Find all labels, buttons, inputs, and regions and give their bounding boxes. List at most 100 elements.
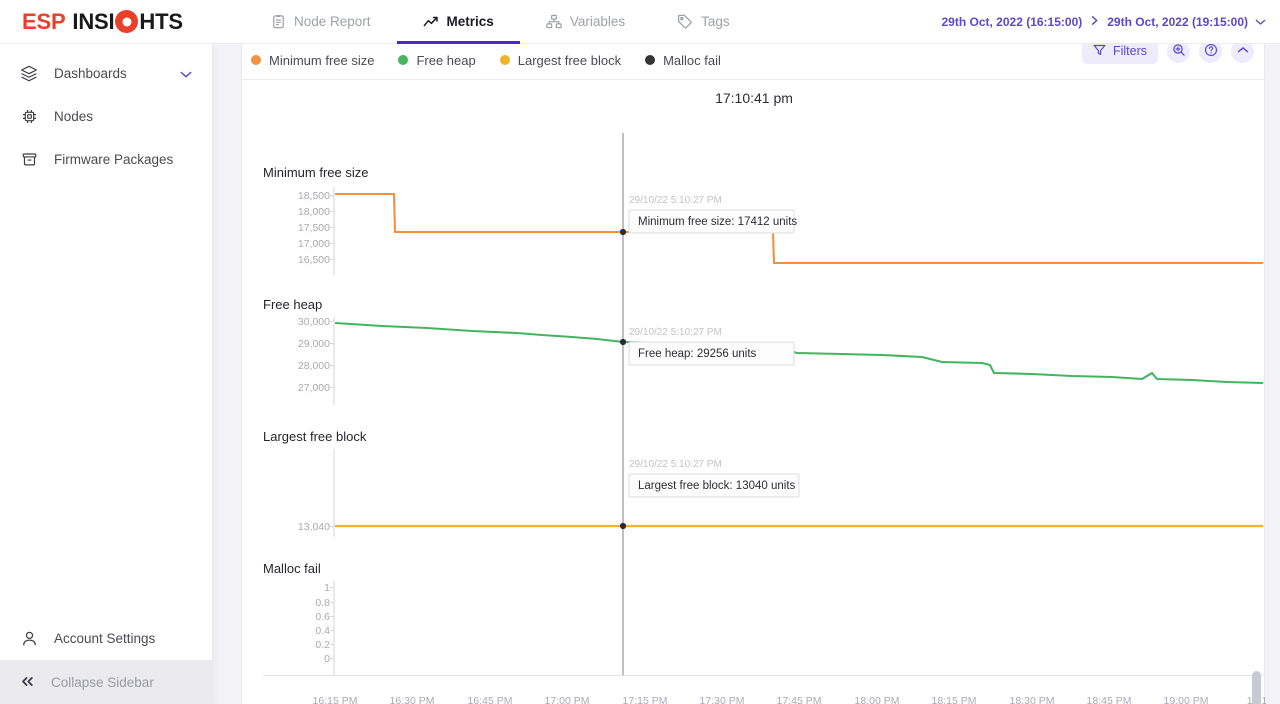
ytick-label: 0 xyxy=(324,653,330,665)
legend-item-free-heap[interactable]: Free heap xyxy=(398,52,476,68)
double-chevron-left-icon xyxy=(20,675,35,690)
zoom-in-button[interactable] xyxy=(1167,44,1190,63)
x-axis-ticks: 16:15 PM 16:30 PM 16:45 PM 17:00 PM 17:1… xyxy=(313,695,1266,704)
filters-button-label: Filters xyxy=(1112,44,1147,58)
ytick-label: 16,500 xyxy=(298,254,330,266)
tab-metrics-label: Metrics xyxy=(446,14,494,29)
ytick-label: 1 xyxy=(324,582,330,594)
xtick-label: 17:45 PM xyxy=(777,695,822,704)
xtick-label: 17:00 PM xyxy=(545,695,590,704)
xtick-label: 19:00 PM xyxy=(1164,695,1209,704)
tab-metrics[interactable]: Metrics xyxy=(396,0,521,44)
vertical-scrollbar[interactable] xyxy=(1252,44,1261,704)
sitemap-icon xyxy=(546,14,562,29)
help-button[interactable] xyxy=(1199,44,1222,63)
xtick-label: 17:30 PM xyxy=(700,695,745,704)
tooltip-text-minimum-free-size: Minimum free size: 17412 units xyxy=(638,216,797,228)
date-range-picker[interactable]: 29th Oct, 2022 (16:15:00) 29th Oct, 2022… xyxy=(942,0,1267,44)
ytick-label: 18,500 xyxy=(298,190,330,202)
x-axis: 16:15 PM 16:30 PM 16:45 PM 17:00 PM 17:1… xyxy=(263,674,1266,704)
ytick-label: 0.4 xyxy=(315,625,330,637)
tooltip-text-free-heap: Free heap: 29256 units xyxy=(638,348,757,360)
legend-label-malloc-fail: Malloc fail xyxy=(663,52,721,68)
chevron-down-icon[interactable] xyxy=(180,66,192,81)
tab-node-report[interactable]: Node Report xyxy=(245,0,397,44)
chevron-down-icon[interactable] xyxy=(1255,15,1266,29)
collapse-chart-button[interactable] xyxy=(1231,44,1254,63)
legend-label-minimum-free-size: Minimum free size xyxy=(269,52,375,68)
chip-icon xyxy=(20,108,38,125)
chart-title-minimum-free-size: Minimum free size xyxy=(263,165,368,180)
xtick-label: 18:00 PM xyxy=(855,695,900,704)
tooltip-date-free-heap: 29/10/22 5:10:27 PM xyxy=(629,327,722,338)
trend-up-icon xyxy=(423,15,439,29)
ytick-label: 0.8 xyxy=(315,597,330,609)
top-navigation-bar: ESP INSI HTS Node Report Metrics Variabl… xyxy=(0,0,1280,44)
legend-item-largest-free-block[interactable]: Largest free block xyxy=(499,53,621,68)
ytick-label: 17,500 xyxy=(298,222,330,234)
collapse-sidebar-label: Collapse Sidebar xyxy=(51,674,154,690)
tab-tags-label: Tags xyxy=(701,14,730,29)
chart-toolbar: Filters xyxy=(1081,44,1254,64)
legend-label-free-heap: Free heap xyxy=(416,52,476,68)
series-line-free-heap xyxy=(334,321,1264,385)
funnel-icon xyxy=(1093,44,1106,59)
chevron-up-icon xyxy=(1237,45,1249,57)
y-axis-malloc-fail: 1 0.8 0.6 0.4 0.2 0 xyxy=(315,581,335,675)
sidebar-item-account-settings[interactable]: Account Settings xyxy=(0,617,213,660)
app-root: ESP INSI HTS Node Report Metrics Variabl… xyxy=(0,0,1280,704)
package-icon xyxy=(20,151,38,168)
vertical-scroll-thumb[interactable] xyxy=(1252,671,1261,704)
legend-swatch-malloc-fail xyxy=(645,55,656,65)
ytick-label: 17,000 xyxy=(298,238,330,250)
collapse-sidebar-button[interactable]: Collapse Sidebar xyxy=(0,660,213,704)
app-logo[interactable]: ESP INSI HTS xyxy=(0,0,213,44)
metrics-card: heap Minimum free size Free heap Largest… xyxy=(241,44,1266,704)
filters-button[interactable]: Filters xyxy=(1081,44,1158,64)
legend-swatch-largest-free-block xyxy=(499,55,510,65)
zoom-in-icon xyxy=(1172,44,1186,60)
date-range-separator-icon xyxy=(1089,15,1100,29)
sidebar-item-dashboards-label: Dashboards xyxy=(54,66,127,81)
tooltip-date-largest-free-block: 29/10/22 5:10:27 PM xyxy=(629,459,722,470)
tab-node-report-label: Node Report xyxy=(294,14,371,29)
xtick-label: 16:15 PM xyxy=(313,695,358,704)
hover-timestamp: 17:10:41 pm xyxy=(715,90,793,106)
legend-item-malloc-fail[interactable]: Malloc fail xyxy=(645,53,721,68)
ytick-label: 29,000 xyxy=(298,338,330,350)
xtick-label: 18:30 PM xyxy=(1010,695,1055,704)
legend-swatch-minimum-free-size xyxy=(251,55,261,65)
brand-target-icon xyxy=(115,10,139,33)
ytick-label: 28,000 xyxy=(298,360,330,372)
legend-item-minimum-free-size[interactable]: Minimum free size xyxy=(251,53,374,68)
brand-insi-text: INSI xyxy=(72,8,115,34)
ytick-label: 0.2 xyxy=(315,639,330,651)
tag-icon xyxy=(677,14,693,29)
sidebar-item-nodes-label: Nodes xyxy=(54,109,94,124)
date-range-start: 29th Oct, 2022 (16:15:00) xyxy=(941,15,1083,29)
chart-title-free-heap: Free heap xyxy=(263,297,322,312)
hover-point-largest-free-block xyxy=(619,522,627,530)
xtick-label: 18:45 PM xyxy=(1087,695,1132,704)
ytick-label: 0.6 xyxy=(315,611,330,623)
y-axis-largest-free-block: 13,040 xyxy=(298,449,335,537)
layers-icon xyxy=(20,65,38,82)
sidebar-item-dashboards[interactable]: Dashboards xyxy=(0,52,212,95)
xtick-label: 16:45 PM xyxy=(468,695,513,704)
brand-esp-text: ESP xyxy=(22,8,66,34)
multi-series-chart[interactable]: Minimum free size 18,500 18,000 17,500 1… xyxy=(242,115,1266,704)
chart-title-malloc-fail: Malloc fail xyxy=(263,561,321,576)
xtick-label: 16:30 PM xyxy=(390,695,435,704)
sidebar-item-nodes[interactable]: Nodes xyxy=(0,95,212,138)
tab-variables[interactable]: Variables xyxy=(520,0,651,44)
tab-variables-label: Variables xyxy=(569,14,626,29)
tab-tags[interactable]: Tags xyxy=(651,0,756,44)
brand-hts-text: HTS xyxy=(139,8,183,34)
main-nav: Node Report Metrics Variables Tags xyxy=(245,0,756,44)
sidebar: Dashboards Nodes Firmware Packages Accou… xyxy=(0,44,213,704)
ytick-label: 18,000 xyxy=(298,206,330,218)
xtick-label: 18:15 PM xyxy=(932,695,977,704)
main-content: heap Minimum free size Free heap Largest… xyxy=(213,44,1280,704)
sidebar-item-firmware-packages[interactable]: Firmware Packages xyxy=(0,138,212,181)
charts-container[interactable]: Minimum free size 18,500 18,000 17,500 1… xyxy=(242,115,1266,704)
